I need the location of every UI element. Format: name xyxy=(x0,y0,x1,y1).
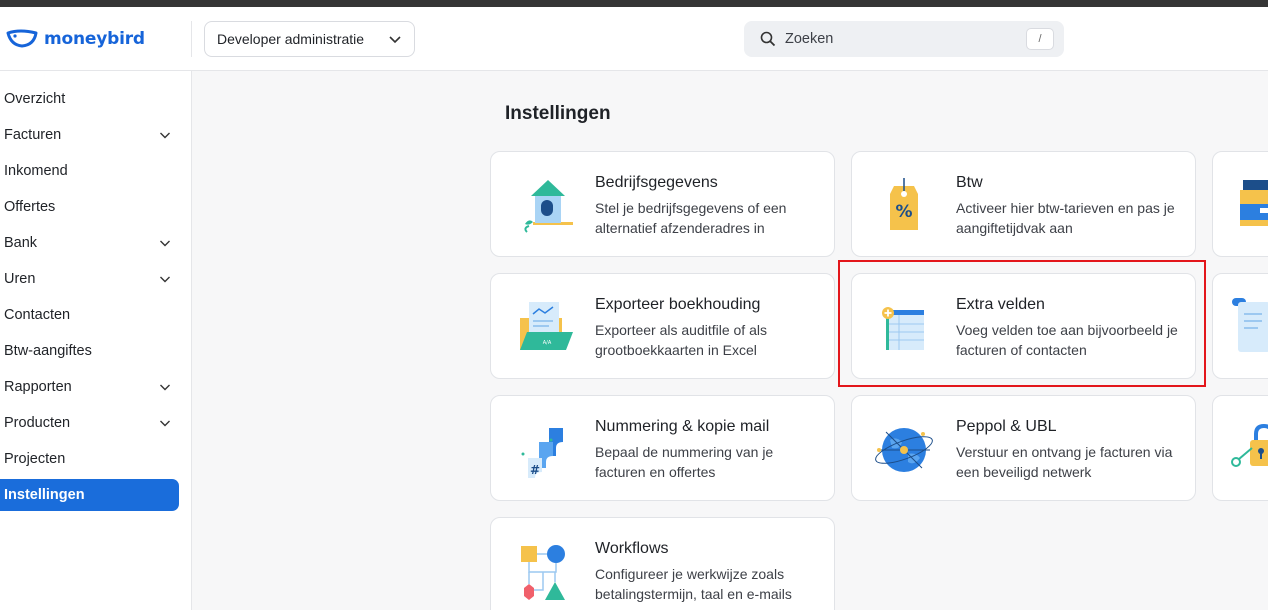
sidebar-item-label: Instellingen xyxy=(4,487,85,503)
sidebar-item-label: Btw-aangiftes xyxy=(4,343,92,359)
settings-card-partial-3[interactable] xyxy=(1212,395,1268,501)
numbering-icon: # xyxy=(521,428,563,478)
workflow-shapes-icon xyxy=(521,545,565,600)
settings-card-partial-2[interactable] xyxy=(1212,273,1268,379)
card-description: Stel je bedrijfsgegevens of een alternat… xyxy=(595,200,787,236)
chevron-down-icon[interactable] xyxy=(159,273,171,285)
administration-select-label: Developer administratie xyxy=(217,31,365,47)
settings-card-workflows[interactable]: Workflows Configureer je werkwijze zoals… xyxy=(490,517,835,610)
chevron-down-icon[interactable] xyxy=(159,417,171,429)
settings-card-btw[interactable]: % Btw Activeer hier btw-tarieven en pas … xyxy=(851,151,1196,257)
sidebar-item-instellingen[interactable]: Instellingen xyxy=(0,479,179,511)
globe-network-icon xyxy=(875,428,933,472)
card-description: Bepaal de nummering van je facturen en o… xyxy=(595,444,774,480)
card-description: Voeg velden toe aan bijvoorbeeld je fact… xyxy=(956,322,1178,358)
sidebar-item-label: Producten xyxy=(4,415,71,431)
chevron-down-icon[interactable] xyxy=(159,237,171,249)
search-shortcut-key: / xyxy=(1026,28,1054,50)
header: moneybird Developer administratie Zoeken… xyxy=(0,7,1268,71)
sidebar-item-contacten[interactable]: Contacten xyxy=(0,299,179,331)
add-fields-icon xyxy=(882,307,924,350)
sidebar-item-label: Uren xyxy=(4,271,36,287)
svg-text:A/A: A/A xyxy=(543,340,552,346)
top-strip xyxy=(0,0,1268,7)
settings-card-bedrijfsgegevens[interactable]: Bedrijfsgegevens Stel je bedrijfsgegeven… xyxy=(490,151,835,257)
sidebar-item-label: Bank xyxy=(4,235,38,251)
card-title: Peppol & UBL xyxy=(956,418,1057,435)
sidebar-item-offertes[interactable]: Offertes xyxy=(0,191,179,223)
settings-card-peppol-ubl[interactable]: Peppol & UBL Verstuur en ontvang je fact… xyxy=(851,395,1196,501)
card-description: Activeer hier btw-tarieven en pas je aan… xyxy=(956,200,1175,236)
sidebar-item-uren[interactable]: Uren xyxy=(0,263,179,295)
sidebar-item-label: Inkomend xyxy=(4,163,68,179)
search-placeholder: Zoeken xyxy=(785,31,834,47)
card-title: Bedrijfsgegevens xyxy=(595,174,718,191)
settings-card-exporteer-boekhouding[interactable]: A/A Exporteer boekhouding Exporteer als … xyxy=(490,273,835,379)
settings-card-partial-1[interactable] xyxy=(1212,151,1268,257)
bird-icon xyxy=(6,29,38,48)
chevron-down-icon[interactable] xyxy=(159,129,171,141)
sidebar-item-projecten[interactable]: Projecten xyxy=(0,443,179,475)
export-folder-icon: A/A xyxy=(520,302,573,350)
chevron-down-icon xyxy=(389,36,401,44)
search-input[interactable]: Zoeken / xyxy=(744,21,1064,57)
archive-box-icon xyxy=(1240,180,1268,226)
card-title: Extra velden xyxy=(956,296,1045,313)
svg-text:%: % xyxy=(895,202,912,222)
sidebar-item-bank[interactable]: Bank xyxy=(0,227,179,259)
sidebar-item-label: Offertes xyxy=(4,199,56,215)
sidebar-item-overzicht[interactable]: Overzicht xyxy=(0,83,179,115)
settings-card-nummering-kopie-mail[interactable]: # Nummering & kopie mail Bepaal de numme… xyxy=(490,395,835,501)
search-icon xyxy=(760,31,776,47)
moneybird-logo[interactable]: moneybird xyxy=(6,27,145,51)
header-divider xyxy=(191,21,192,57)
administration-select[interactable]: Developer administratie xyxy=(204,21,415,57)
card-description: Exporteer als auditfile of als grootboek… xyxy=(595,322,767,358)
card-description: Verstuur en ontvang je facturen via een … xyxy=(956,444,1173,480)
sidebar-item-label: Overzicht xyxy=(4,91,66,107)
sidebar-item-label: Contacten xyxy=(4,307,71,323)
sidebar-item-label: Projecten xyxy=(4,451,66,467)
document-scroll-icon xyxy=(1232,298,1268,352)
sidebar-item-label: Rapporten xyxy=(4,379,72,395)
sidebar-item-rapporten[interactable]: Rapporten xyxy=(0,371,179,403)
logo-text: moneybird xyxy=(44,29,145,49)
card-title: Btw xyxy=(956,174,983,191)
percent-tag-icon: % xyxy=(890,178,918,230)
sidebar: Overzicht Facturen Inkomend Offertes Ban… xyxy=(0,71,192,610)
sidebar-item-producten[interactable]: Producten xyxy=(0,407,179,439)
page-title: Instellingen xyxy=(505,103,611,124)
birdhouse-icon xyxy=(524,180,573,233)
sidebar-item-label: Facturen xyxy=(4,127,62,143)
svg-text:#: # xyxy=(530,463,540,477)
sidebar-item-inkomend[interactable]: Inkomend xyxy=(0,155,179,187)
sidebar-item-btw-aangiftes[interactable]: Btw-aangiftes xyxy=(0,335,179,367)
sidebar-item-facturen[interactable]: Facturen xyxy=(0,119,179,151)
settings-card-extra-velden[interactable]: Extra velden Voeg velden toe aan bijvoor… xyxy=(851,273,1196,379)
chevron-down-icon[interactable] xyxy=(159,381,171,393)
card-title: Workflows xyxy=(595,540,669,557)
card-title: Nummering & kopie mail xyxy=(595,418,770,435)
card-description: Configureer je werkwijze zoals betalings… xyxy=(595,566,792,602)
card-title: Exporteer boekhouding xyxy=(595,296,761,313)
key-lock-icon xyxy=(1231,423,1268,467)
